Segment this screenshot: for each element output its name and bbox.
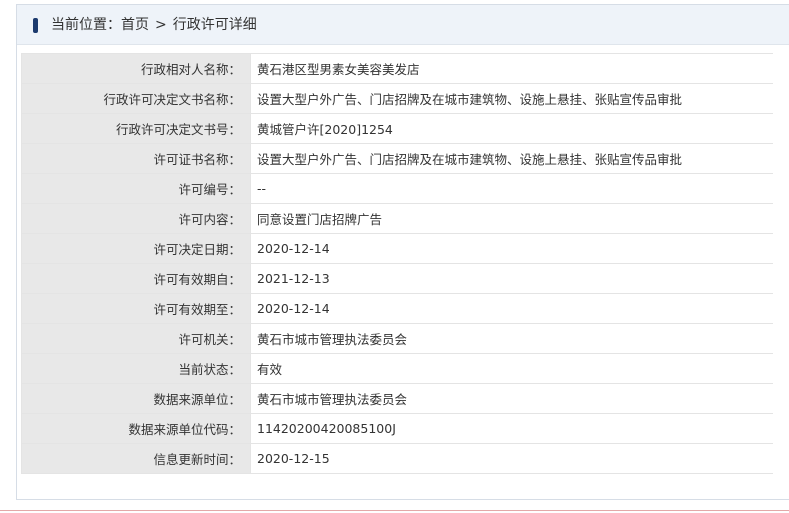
table-row: 许可决定日期： 2020-12-14 bbox=[21, 233, 773, 264]
row-value: 设置大型户外广告、门店招牌及在城市建筑物、设施上悬挂、张贴宣传品审批 bbox=[250, 83, 773, 114]
row-label: 许可内容： bbox=[21, 203, 251, 234]
row-label: 当前状态： bbox=[21, 353, 251, 384]
breadcrumb-separator: > bbox=[155, 17, 167, 33]
table-row: 行政许可决定文书号： 黄城管户许[2020]1254 bbox=[21, 113, 773, 144]
row-value: 2020-12-14 bbox=[250, 233, 773, 264]
row-value: 2020-12-15 bbox=[250, 443, 773, 474]
table-row: 行政相对人名称： 黄石港区型男素女美容美发店 bbox=[21, 53, 773, 84]
row-label: 行政许可决定文书号： bbox=[21, 113, 251, 144]
breadcrumb-home-link[interactable]: 首页 bbox=[121, 17, 149, 33]
breadcrumb: 当前位置：首页 > 行政许可详细 bbox=[17, 5, 789, 45]
row-value: 黄石港区型男素女美容美发店 bbox=[250, 53, 773, 84]
row-label: 行政许可决定文书名称： bbox=[21, 83, 251, 114]
row-label: 许可证书名称： bbox=[21, 143, 251, 174]
row-value: 有效 bbox=[250, 353, 773, 384]
row-value: 同意设置门店招牌广告 bbox=[250, 203, 773, 234]
table-row: 许可内容： 同意设置门店招牌广告 bbox=[21, 203, 773, 234]
row-label: 信息更新时间： bbox=[21, 443, 251, 474]
row-label: 许可编号： bbox=[21, 173, 251, 204]
row-label: 数据来源单位： bbox=[21, 383, 251, 414]
table-row: 行政许可决定文书名称： 设置大型户外广告、门店招牌及在城市建筑物、设施上悬挂、张贴… bbox=[21, 83, 773, 114]
table-row: 当前状态： 有效 bbox=[21, 353, 773, 384]
table-row: 数据来源单位： 黄石市城市管理执法委员会 bbox=[21, 383, 773, 414]
row-value: 黄石市城市管理执法委员会 bbox=[250, 383, 773, 414]
table-row: 信息更新时间： 2020-12-15 bbox=[21, 443, 773, 474]
table-row: 许可编号： -- bbox=[21, 173, 773, 204]
page: 当前位置：首页 > 行政许可详细 行政相对人名称： 黄石港区型男素女美容美发店 行政许… bbox=[0, 0, 789, 513]
row-value: -- bbox=[250, 173, 773, 204]
row-value: 2020-12-14 bbox=[250, 293, 773, 324]
row-label: 许可有效期自： bbox=[21, 263, 251, 294]
table-row: 许可有效期至： 2020-12-14 bbox=[21, 293, 773, 324]
row-value: 黄城管户许[2020]1254 bbox=[250, 113, 773, 144]
breadcrumb-prefix: 当前位置： bbox=[51, 17, 121, 33]
row-value: 11420200420085100J bbox=[250, 413, 773, 444]
breadcrumb-current: 行政许可详细 bbox=[172, 17, 257, 33]
table-row: 许可证书名称： 设置大型户外广告、门店招牌及在城市建筑物、设施上悬挂、张贴宣传品审… bbox=[21, 143, 773, 174]
table-row: 许可有效期自： 2021-12-13 bbox=[21, 263, 773, 294]
table-row: 许可机关： 黄石市城市管理执法委员会 bbox=[21, 323, 773, 354]
row-value: 2021-12-13 bbox=[250, 263, 773, 294]
row-value: 设置大型户外广告、门店招牌及在城市建筑物、设施上悬挂、张贴宣传品审批 bbox=[250, 143, 773, 174]
row-label: 数据来源单位代码： bbox=[21, 413, 251, 444]
row-label: 许可有效期至： bbox=[21, 293, 251, 324]
row-label: 行政相对人名称： bbox=[21, 53, 251, 84]
table-row: 数据来源单位代码： 11420200420085100J bbox=[21, 413, 773, 444]
bottom-divider bbox=[0, 510, 789, 511]
row-label: 许可决定日期： bbox=[21, 233, 251, 264]
breadcrumb-marker-icon bbox=[33, 18, 38, 33]
row-value: 黄石市城市管理执法委员会 bbox=[250, 323, 773, 354]
detail-table: 行政相对人名称： 黄石港区型男素女美容美发店 行政许可决定文书名称： 设置大型户外广… bbox=[21, 53, 773, 474]
row-label: 许可机关： bbox=[21, 323, 251, 354]
breadcrumb-text: 当前位置：首页 > 行政许可详细 bbox=[51, 5, 257, 45]
